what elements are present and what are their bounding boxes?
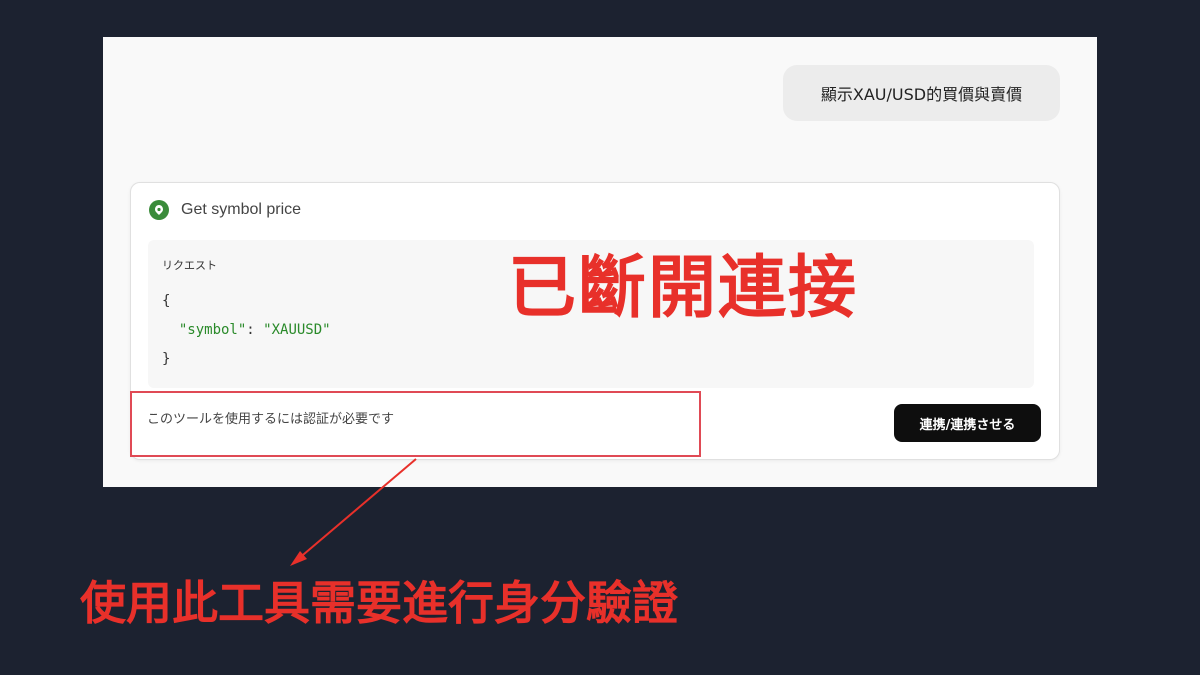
code-key: "symbol" bbox=[178, 322, 247, 338]
request-code: { "symbol": "XAUUSD" } bbox=[162, 287, 331, 374]
plugin-icon bbox=[149, 200, 169, 220]
auth-caption-annotation: 使用此工具需要進行身分驗證 bbox=[80, 576, 678, 630]
request-label: リクエスト bbox=[162, 259, 217, 272]
code-colon: : bbox=[246, 322, 264, 338]
disconnected-annotation: 已斷開連接 bbox=[508, 248, 859, 328]
connect-button[interactable]: 連携/連携させる bbox=[894, 404, 1041, 442]
tool-title: Get symbol price bbox=[181, 201, 302, 218]
code-close-brace: } bbox=[162, 351, 171, 367]
code-open-brace: { bbox=[162, 293, 171, 309]
user-message-bubble: 顯示XAU/USD的買價與賣價 bbox=[783, 65, 1060, 121]
code-value: "XAUUSD" bbox=[263, 322, 331, 338]
tool-header: Get symbol price bbox=[149, 200, 301, 220]
auth-highlight-box bbox=[130, 391, 701, 457]
